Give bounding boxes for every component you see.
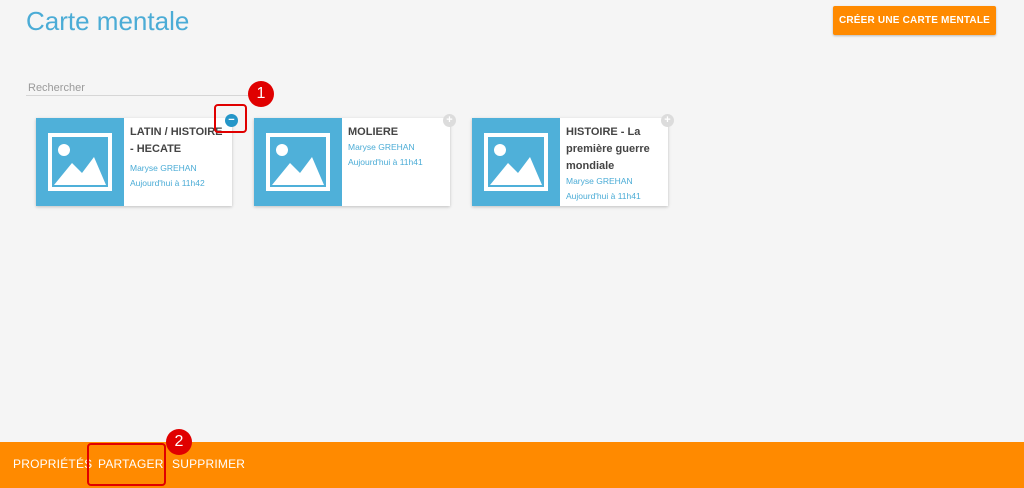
image-placeholder-icon [36,118,124,206]
mindmap-card[interactable]: LATIN / HISTOIRE - HECATE Maryse GREHAN … [36,114,238,206]
callout-number-1: 1 [248,81,274,107]
mindmap-card[interactable]: HISTOIRE - La première guerre mondiale M… [472,114,674,206]
search-field [26,78,272,96]
image-placeholder-icon [472,118,560,206]
mindmap-card[interactable]: MOLIERE Maryse GREHAN Aujourd'hui à 11h4… [254,114,456,206]
card-author: Maryse GREHAN [566,176,633,186]
card-date: Aujourd'hui à 11h41 [348,157,423,167]
properties-button[interactable]: PROPRIÉTÉS [13,457,92,471]
create-mindmap-button[interactable]: CRÉER UNE CARTE MENTALE [833,6,996,35]
callout-highlight-2 [87,443,166,486]
callout-number-2: 2 [166,429,192,455]
page-title: Carte mentale [26,6,190,36]
card-select-toggle-icon[interactable]: + [661,114,674,127]
delete-button[interactable]: SUPPRIMER [172,457,245,471]
card-author: Maryse GREHAN [348,142,415,152]
callout-highlight-1 [214,104,247,133]
card-date: Aujourd'hui à 11h41 [566,191,641,201]
card-author: Maryse GREHAN [130,163,197,173]
card-title: HISTOIRE - La première guerre mondiale [566,126,650,172]
image-placeholder-icon [254,118,342,206]
search-input[interactable] [26,80,272,96]
card-title: LATIN / HISTOIRE - HECATE [130,126,223,155]
card-select-toggle-icon[interactable]: + [443,114,456,127]
card-title: MOLIERE [348,126,399,138]
card-date: Aujourd'hui à 11h42 [130,178,205,188]
